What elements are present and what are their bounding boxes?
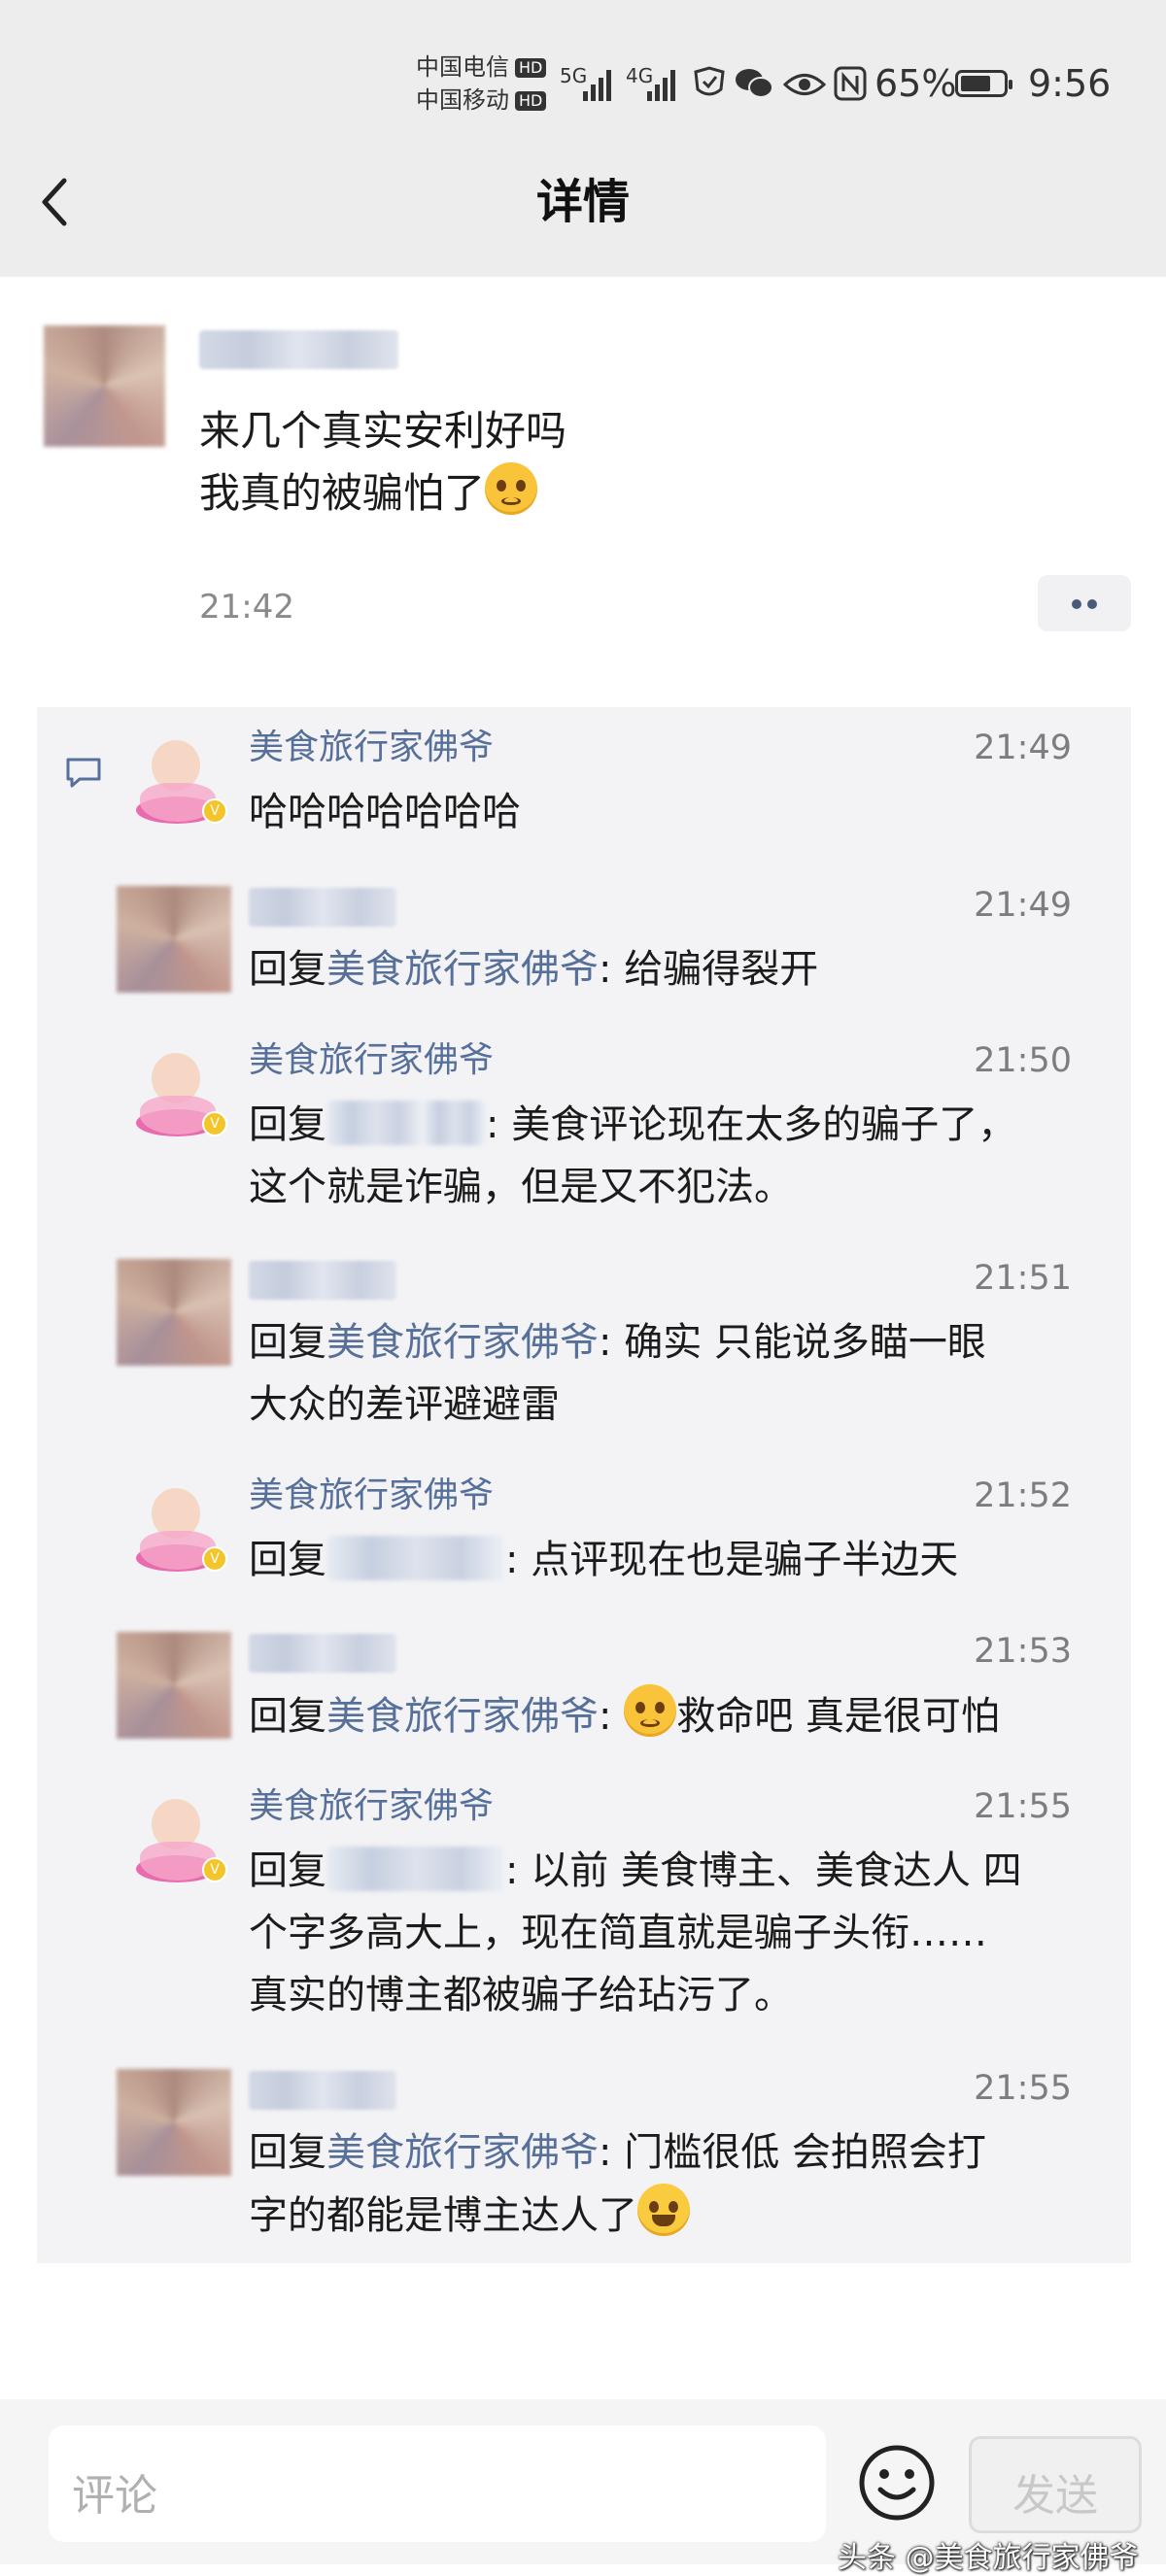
comment-icon: [66, 758, 101, 788]
grimace-emoji-icon: [485, 462, 538, 515]
wechat-icon: [736, 69, 773, 98]
comment-time: 21:55: [974, 1787, 1072, 1826]
nfc-icon: [834, 66, 867, 101]
comment-author[interactable]: 美食旅行家佛爷: [249, 727, 494, 769]
comment-time: 21:49: [974, 886, 1072, 925]
post-content: 来几个真实安利好吗 我真的被骗怕了: [199, 400, 566, 525]
signal-icon: [583, 70, 611, 101]
comment-placeholder: 评论: [72, 2471, 157, 2521]
carrier-1: 中国电信: [416, 53, 509, 81]
avatar[interactable]: [44, 325, 165, 447]
avatar[interactable]: V: [132, 1047, 227, 1140]
comment-text: 回复美食旅行家佛爷: 救命吧 真是很可怕: [249, 1684, 1084, 1747]
comment-author[interactable]: 美食旅行家佛爷: [249, 1039, 494, 1082]
username-blurred[interactable]: [249, 2071, 396, 2110]
comment-time: 21:53: [974, 1632, 1072, 1671]
sweat-smile-emoji-icon: [637, 2184, 690, 2236]
comment-text: 回复: 点评现在也是骗子半边天: [249, 1536, 959, 1582]
username-blurred[interactable]: [249, 888, 396, 927]
avatar[interactable]: V: [132, 1482, 227, 1576]
username-blurred[interactable]: [199, 330, 398, 369]
post-line-1: 来几个真实安利好吗: [199, 407, 567, 455]
signal-icon: [647, 70, 675, 101]
page-title: 详情: [535, 175, 630, 229]
watermark: 头条 @美食旅行家佛爷: [838, 2541, 1139, 2575]
comment-time: 21:50: [974, 1041, 1072, 1080]
comment-time: 21:52: [974, 1476, 1072, 1515]
battery-percent: 65%: [874, 62, 957, 105]
send-button[interactable]: 发送: [969, 2436, 1142, 2533]
comment-input[interactable]: 评论: [49, 2425, 826, 2542]
eye-icon: [783, 74, 826, 95]
battery-icon: [955, 70, 1012, 97]
username-blurred[interactable]: [249, 1261, 396, 1300]
avatar[interactable]: V: [132, 734, 227, 828]
comment-time: 21:55: [974, 2069, 1072, 2108]
comment-text: 回复: 以前 美食博主、美食达人 四 个字多高大上，现在简直就是骗子头衔…… 真…: [249, 1847, 1022, 2017]
top-bar: [0, 0, 1166, 277]
comment-text: 回复美食旅行家佛爷: 给骗得裂开: [249, 947, 819, 992]
comment-time: 21:51: [974, 1259, 1072, 1298]
comment-text: 回复美食旅行家佛爷: 确实 只能说多瞄一眼 大众的差评避避雷: [249, 1320, 986, 1427]
carrier-info: 中国电信 HD 中国移动 HD: [416, 51, 547, 117]
post-line-2: 我真的被骗怕了: [199, 469, 486, 517]
avatar[interactable]: [117, 1632, 231, 1739]
status-bar: 中国电信 HD 中国移动 HD 5G 4G 65% 9:56: [0, 51, 1166, 119]
comment-time: 21:49: [974, 729, 1072, 767]
comment-author[interactable]: 美食旅行家佛爷: [249, 1474, 494, 1517]
avatar[interactable]: [117, 1259, 231, 1366]
wifi-shield-icon: [694, 66, 725, 96]
status-clock: 9:56: [1028, 62, 1112, 105]
grimace-emoji-icon: [624, 1684, 677, 1737]
username-blurred[interactable]: [249, 1634, 396, 1673]
emoji-picker-icon[interactable]: [857, 2443, 937, 2523]
post-time: 21:42: [199, 588, 294, 627]
hd-badge: HD: [515, 91, 547, 111]
comment-author[interactable]: 美食旅行家佛爷: [249, 1785, 494, 1828]
avatar[interactable]: [117, 2069, 231, 2176]
hd-badge: HD: [515, 58, 547, 78]
comment-text: 哈哈哈哈哈哈哈: [249, 790, 521, 834]
avatar[interactable]: V: [132, 1793, 227, 1886]
comment-text: 回复: 美食评论现在太多的骗子了， 这个就是诈骗，但是又不犯法。: [249, 1101, 1017, 1209]
more-options-button[interactable]: [1038, 575, 1131, 631]
avatar[interactable]: [117, 886, 231, 993]
carrier-2: 中国移动: [416, 86, 509, 114]
comment-text: 回复美食旅行家佛爷: 门槛很低 会拍照会打 字的都能是博主达人了: [249, 2130, 986, 2238]
